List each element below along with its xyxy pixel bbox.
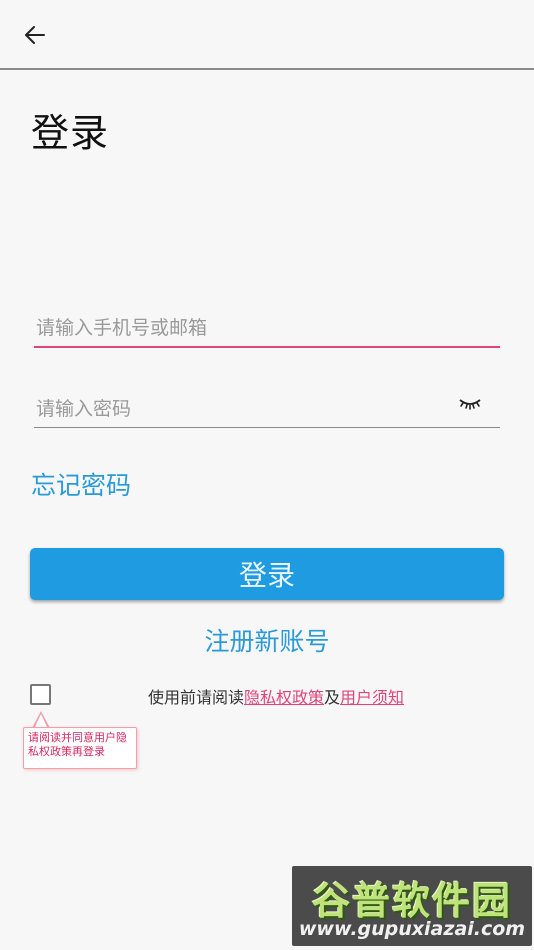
agreement-checkbox[interactable] <box>30 684 51 705</box>
agreement-joiner: 及 <box>324 688 341 707</box>
login-button[interactable]: 登录 <box>30 548 504 600</box>
arrow-left-icon <box>25 26 45 44</box>
forgot-password-link[interactable]: 忘记密码 <box>31 466 131 502</box>
watermark-title: 谷普软件园 <box>311 879 512 923</box>
password-input[interactable] <box>34 391 500 427</box>
watermark-url: www.gupuxiazai.com <box>298 918 526 940</box>
agreement-text: 使用前请阅读隐私权政策及用户须知 <box>148 684 404 708</box>
phone-email-input[interactable] <box>34 310 500 346</box>
agreement-tooltip: 请阅读并同意用户隐私权政策再登录 <box>23 727 137 769</box>
register-link[interactable]: 注册新账号 <box>0 622 534 658</box>
page-title: 登录 <box>31 111 110 155</box>
password-field[interactable] <box>34 391 500 428</box>
eye-closed-icon[interactable] <box>458 397 482 411</box>
watermark-logo: 谷普软件园 www.gupuxiazai.com <box>292 866 532 946</box>
back-button[interactable] <box>20 20 50 50</box>
privacy-policy-link[interactable]: 隐私权政策 <box>244 688 324 707</box>
phone-email-field[interactable] <box>34 310 500 348</box>
user-terms-link[interactable]: 用户须知 <box>340 688 404 707</box>
top-bar <box>0 0 534 70</box>
agreement-prefix: 使用前请阅读 <box>148 688 245 707</box>
